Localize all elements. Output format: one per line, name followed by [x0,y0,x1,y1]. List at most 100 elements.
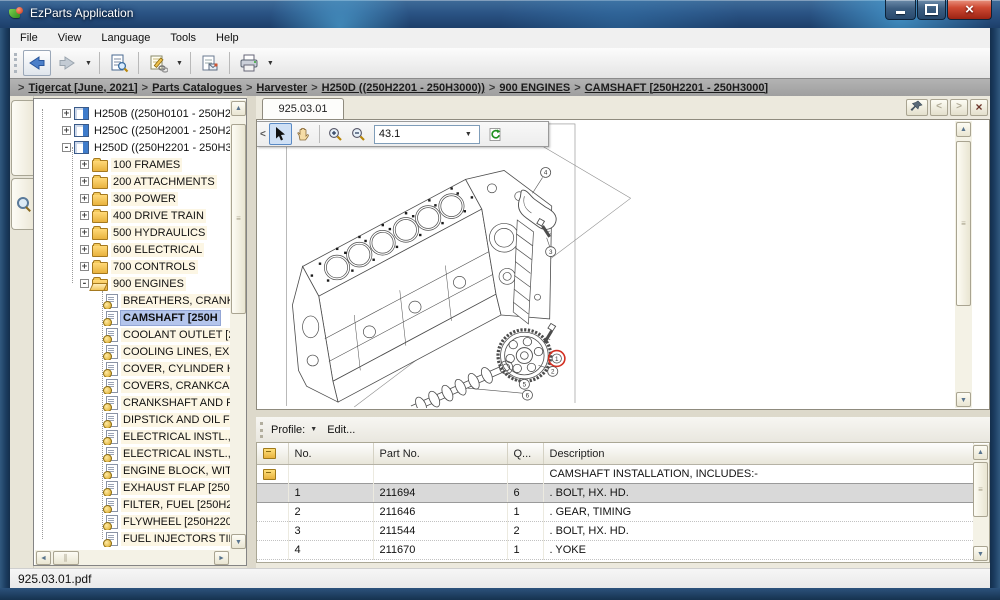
tree-item-cover-cylinder[interactable]: COVER, CYLINDER HI [34,360,247,377]
scroll-thumb[interactable]: ∥ [53,551,79,565]
profile-dropdown-caret[interactable]: ▼ [310,426,317,433]
expand-toggle[interactable]: + [80,177,89,186]
menu-view[interactable]: View [48,28,92,48]
expand-toggle[interactable]: + [80,160,89,169]
tree-vertical-scrollbar[interactable]: ▲ ≡ ▼ [230,100,247,550]
flag-column-header[interactable] [257,443,288,465]
scroll-up-button[interactable]: ▲ [231,101,246,116]
email-report-button[interactable] [196,50,224,76]
scroll-up-button[interactable]: ▲ [956,122,971,137]
zoom-in-button[interactable] [324,123,347,145]
table-row[interactable]: 2 211646 1 . GEAR, TIMING [257,503,974,522]
scroll-thumb[interactable]: ≡ [973,462,988,517]
col-header-part-no[interactable]: Part No. [373,443,507,465]
menu-help[interactable]: Help [206,28,249,48]
breadcrumb-catalog[interactable]: Tigercat [June, 2021] [28,82,137,94]
tree-item-breathers[interactable]: BREATHERS, CRANKC [34,292,247,309]
tree-item-100-frames[interactable]: +100 FRAMES [34,156,247,173]
tree-item-700-controls[interactable]: +700 CONTROLS [34,258,247,275]
scroll-thumb[interactable]: ≡ [956,141,971,306]
tree-item-dipstick[interactable]: DIPSTICK AND OIL FI [34,411,247,428]
expand-toggle[interactable]: + [80,211,89,220]
profile-edit-button[interactable]: Edit... [327,424,355,436]
tree-item-crankshaft[interactable]: CRANKSHAFT AND PI [34,394,247,411]
tree-item-flywheel[interactable]: FLYWHEEL [250H220 [34,513,247,530]
tree-item-engine-block[interactable]: ENGINE BLOCK, WITH [34,462,247,479]
scroll-down-button[interactable]: ▼ [956,392,971,407]
zoom-out-button[interactable] [347,123,370,145]
collapse-toggle[interactable]: - [62,143,71,152]
tab-925-03-01[interactable]: 925.03.01 [262,98,344,121]
expand-toggle[interactable]: + [80,262,89,271]
close-button[interactable]: × [947,0,992,20]
tree-horizontal-scrollbar[interactable]: ◄ ∥ ► [35,550,230,566]
toolbar-grip[interactable] [14,53,17,73]
next-tab-button[interactable]: > [950,99,968,116]
maximize-button[interactable] [917,0,946,20]
tree-item-600-electrical[interactable]: +600 ELECTRICAL [34,241,247,258]
breadcrumb-assembly[interactable]: CAMSHAFT [250H2201 - 250H3000] [585,82,768,94]
horizontal-splitter[interactable] [256,410,990,417]
tab-search[interactable] [11,178,33,230]
tree-item-cooling-lines[interactable]: COOLING LINES, EXH [34,343,247,360]
tree-item-h250d[interactable]: -H250D ((250H2201 - 250H3 [34,139,247,156]
tab-main-tree[interactable]: Main Tree [11,100,33,176]
previous-tab-button[interactable]: < [930,99,948,116]
pin-tab-button[interactable] [906,99,928,116]
menu-file[interactable]: File [10,28,48,48]
menu-tools[interactable]: Tools [160,28,206,48]
collapse-toggle[interactable]: - [80,279,89,288]
back-button[interactable] [23,50,51,76]
breadcrumb-section[interactable]: 900 ENGINES [499,82,570,94]
callout-number[interactable]: 6 [526,392,530,399]
tree-item-camshaft-selected[interactable]: CAMSHAFT [250H [34,309,247,326]
table-row-group-header[interactable]: CAMSHAFT INSTALLATION, INCLUDES:- [257,465,974,484]
zoom-level-combo[interactable]: 43.1 ▼ [374,125,480,144]
tree-item-exhaust-flap[interactable]: EXHAUST FLAP [250H [34,479,247,496]
menu-language[interactable]: Language [91,28,160,48]
tree-item-h250c[interactable]: +H250C ((250H2001 - 250H2 [34,122,247,139]
collapse-toolbar-arrow[interactable]: < [257,129,269,140]
col-header-no[interactable]: No. [288,443,373,465]
breadcrumb-parts-catalogues[interactable]: Parts Catalogues [152,82,242,94]
callout-number-highlighted[interactable]: 1 [555,356,559,363]
tree-item-300-power[interactable]: +300 POWER [34,190,247,207]
scroll-right-button[interactable]: ► [214,551,229,565]
breadcrumb-harvester[interactable]: Harvester [256,82,307,94]
back-history-dropdown[interactable]: ▼ [85,60,92,67]
breadcrumb-model[interactable]: H250D ((250H2201 - 250H3000)) [322,82,485,94]
close-tab-button[interactable]: × [970,99,988,116]
scroll-thumb[interactable]: ≡ [231,124,246,314]
table-row[interactable]: 4 211670 1 . YOKE [257,541,974,560]
table-vertical-scrollbar[interactable]: ▲ ≡ ▼ [973,444,989,562]
tree-item-900-engines[interactable]: -900 ENGINES [34,275,247,292]
pointer-tool-button[interactable] [269,123,292,145]
zoom-dropdown-caret[interactable]: ▼ [465,131,472,138]
tree-item-500-hydraulics[interactable]: +500 HYDRAULICS [34,224,247,241]
expand-toggle[interactable]: + [80,228,89,237]
expand-toggle[interactable]: + [80,245,89,254]
panel-splitter[interactable] [247,96,256,568]
col-header-qty[interactable]: Q... [507,443,543,465]
toolbar-grip[interactable] [260,422,263,438]
title-bar[interactable]: EzParts Application × [0,0,1000,28]
forward-button[interactable] [53,50,81,76]
table-row[interactable]: 3 211544 2 . BOLT, HX. HD. [257,522,974,541]
print-dropdown[interactable]: ▼ [267,60,274,67]
pan-tool-button[interactable] [292,123,315,145]
scroll-down-button[interactable]: ▼ [973,546,988,561]
tree-item-h250b[interactable]: +H250B ((250H0101 - 250H2 [34,105,247,122]
tree-item-coolant-outlet[interactable]: COOLANT OUTLET [2 [34,326,247,343]
expand-toggle[interactable]: + [62,109,71,118]
expand-toggle[interactable]: + [62,126,71,135]
tree-item-filter-fuel[interactable]: FILTER, FUEL [250H2 [34,496,247,513]
edit-dropdown[interactable]: ▼ [176,60,183,67]
scroll-left-button[interactable]: ◄ [36,551,51,565]
view-document-button[interactable] [105,50,133,76]
print-button[interactable] [235,50,263,76]
minimize-button[interactable] [885,0,916,20]
tree-item-electrical-instl-2[interactable]: ELECTRICAL INSTL., [34,445,247,462]
tree-item-fuel-injectors[interactable]: FUEL INJECTORS TIE [34,530,247,547]
scroll-down-button[interactable]: ▼ [231,534,246,549]
callout-number[interactable]: 5 [523,382,527,389]
